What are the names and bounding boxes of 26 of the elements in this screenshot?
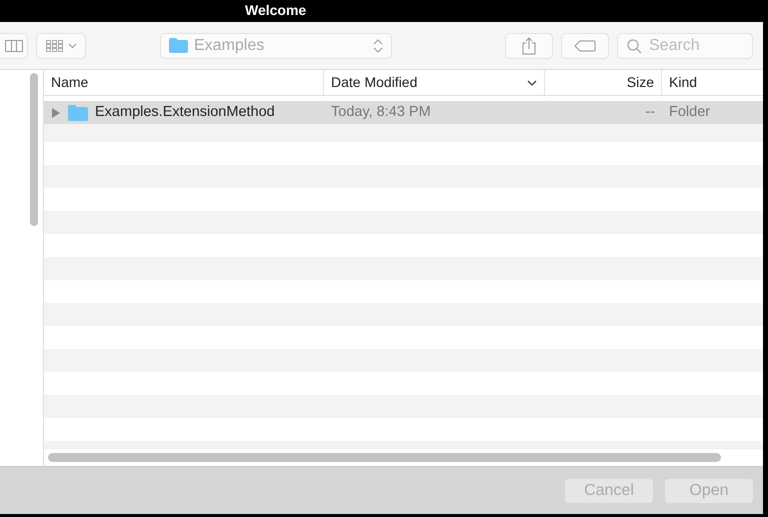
search-field[interactable]: Search <box>617 32 753 58</box>
scrollbar-thumb[interactable] <box>30 73 38 226</box>
column-header[interactable]: Kind <box>669 72 698 93</box>
grid-icon <box>46 40 64 52</box>
column-header[interactable]: Date Modified <box>331 72 418 93</box>
tag-icon <box>574 40 596 52</box>
column-view-button[interactable] <box>0 32 28 58</box>
stepper-icon <box>373 38 383 52</box>
size-cell: -- <box>645 104 655 120</box>
folder-icon <box>68 104 88 120</box>
column-header[interactable]: Name <box>51 72 88 93</box>
arrange-button[interactable] <box>36 32 86 58</box>
caret-icon <box>68 42 76 48</box>
tag-button[interactable] <box>561 32 609 58</box>
folder-icon <box>169 38 188 53</box>
scrollbar-thumb[interactable] <box>48 453 721 462</box>
file-name: Examples.ExtensionMethod <box>95 102 275 122</box>
column-header[interactable]: Size <box>626 72 654 93</box>
share-icon <box>522 36 536 54</box>
window-title: Welcome <box>245 2 306 18</box>
disclosure-triangle-icon[interactable] <box>51 108 61 118</box>
date-cell: Today, 8:43 PM <box>331 104 431 120</box>
file-row[interactable]: Examples.ExtensionMethod Today, 8:43 PM -- Folder <box>44 101 763 124</box>
columns-icon <box>4 40 22 52</box>
kind-cell: Folder <box>669 104 710 120</box>
share-button[interactable] <box>505 32 553 58</box>
